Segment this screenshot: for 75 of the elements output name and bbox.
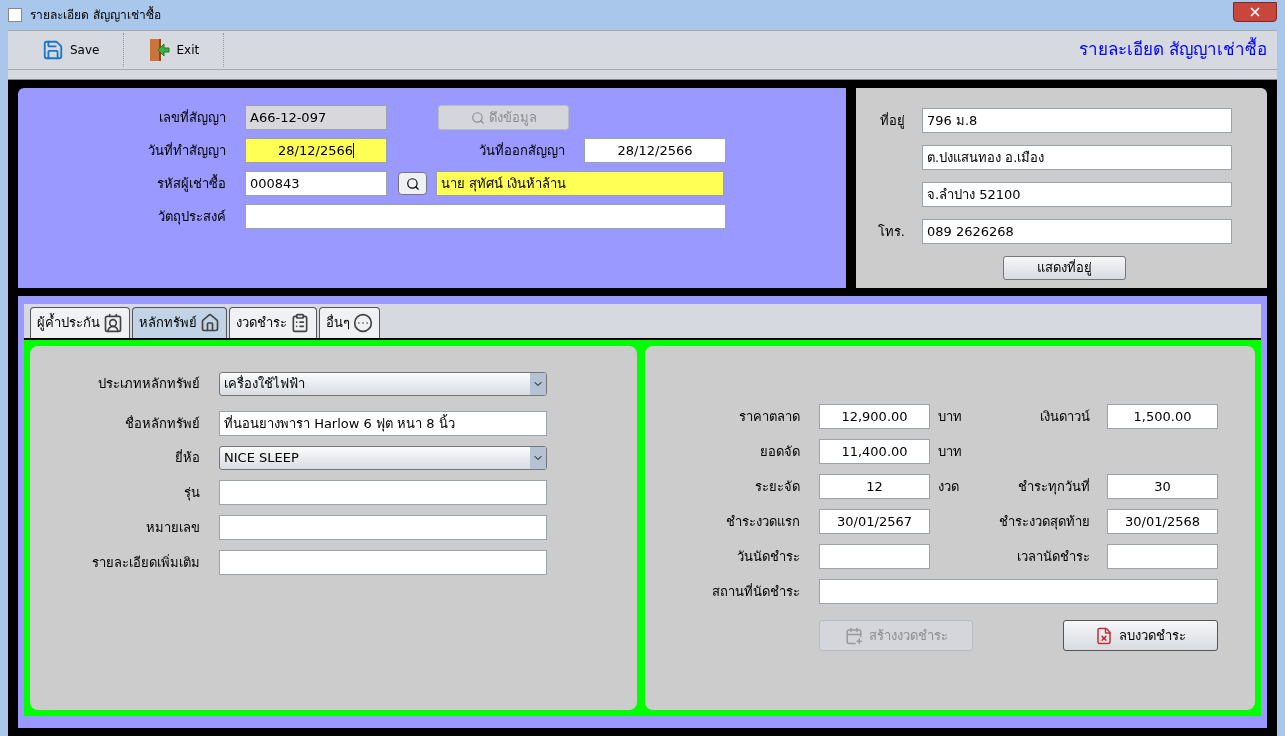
search-icon [470,110,485,125]
input-field[interactable]: 089 2626268 [922,219,1232,244]
input-field[interactable] [219,480,547,505]
input-field[interactable]: 28/12/2566 [245,138,387,163]
field-label: โทร. [876,222,905,241]
input-field[interactable]: 1,500.00 [1107,404,1218,429]
input-field[interactable]: 12 [819,474,930,499]
input-field[interactable] [219,515,547,540]
house-icon [200,313,220,333]
input-field[interactable]: จ.ลำปาง 52100 [922,182,1232,207]
dropdown[interactable]: NICE SLEEP [219,446,547,470]
input-field[interactable] [219,550,547,575]
field-label: เงินดาวน์ [1039,407,1090,426]
field-label: วัตถุประสงค์ [157,207,226,227]
field-label: วันที่ทำสัญญา [147,141,226,160]
field-label: ราคาตลาด [738,407,800,426]
field-label: เลขที่สัญญา [158,108,226,127]
tab[interactable]: หลักทรัพย์ [132,307,227,338]
field-label: ชำระงวดแรก [725,512,800,531]
field-label: ชื่อหลักทรัพย์ [124,414,200,433]
field-label: ยอดจัด [759,442,800,461]
tab[interactable]: งวดชำระ [229,307,317,338]
close-icon [1248,5,1262,19]
field-label: ยี่ห้อ [174,448,200,468]
field-label: ประเภทหลักทรัพย์ [97,375,200,394]
field-label: ชำระทุกวันที่ [1017,477,1090,497]
tab[interactable]: อื่นๆ [319,307,380,338]
calendar-icon [844,626,863,645]
input-field[interactable]: 30/01/2567 [819,509,930,534]
input-field[interactable]: 12,900.00 [819,404,930,429]
delete-installments-button[interactable]: ลบงวดชำระ [1063,620,1218,651]
field-label: ระยะจัด [754,477,800,496]
save-button[interactable]: Save [18,33,125,67]
input-field[interactable] [245,204,726,229]
exit-button[interactable]: Exit [124,33,225,67]
app-icon [8,8,22,22]
field-label: รหัสผู้เช่าซื้อ [156,173,226,194]
close-button[interactable] [1233,2,1277,22]
unit-label: บาท [937,407,963,426]
input-field[interactable]: ที่นอนยางพารา Harlow 6 ฟุต หนา 8 นิ้ว [219,411,547,436]
input-field[interactable] [1107,544,1218,569]
field-label: เวลานัดชำระ [1016,547,1090,566]
show-address-button[interactable]: แสดงที่อยู่ [1003,256,1126,280]
input-field[interactable]: 28/12/2566 [584,138,726,163]
input-field[interactable]: 000843 [245,171,387,196]
field-label: รุ่น [183,483,200,503]
unit-label: บาท [937,442,963,461]
door-arrow-icon [148,38,171,62]
input-field[interactable]: ต.ปงแสนทอง อ.เมือง [922,145,1232,170]
search-button[interactable] [398,172,427,195]
field-label: หมายเลข [145,518,200,537]
input-field[interactable]: 11,400.00 [819,439,930,464]
dropdown[interactable]: เครื่องใช้ไฟฟ้า [219,372,547,396]
unit-label: งวด [937,477,960,496]
id-card-icon [103,313,123,333]
tab[interactable]: ผู้ค้ำประกัน [30,307,130,338]
input-field[interactable]: นาย สุทัศน์ เงินห้าล้าน [436,171,724,196]
input-field[interactable]: 796 ม.8 [922,108,1232,133]
document-icon [1095,626,1113,645]
field-label: วันนัดชำระ [736,547,800,566]
field-label: รายละเอียดเพิ่มเติม [91,553,200,572]
text-cursor [352,143,354,158]
field-label: สถานที่นัดชำระ [711,582,800,601]
page-heading: รายละเอียด สัญญาเช่าซื้อ [1078,37,1267,62]
search-icon [405,176,420,191]
field-label: ชำระงวดสุดท้าย [998,512,1090,532]
input-field[interactable] [819,544,930,569]
window-title: รายละเอียด สัญญาเช่าซื้อ [30,6,161,24]
input-field[interactable]: 30 [1107,474,1218,499]
input-field[interactable] [819,579,1218,604]
field-label: ที่อยู่ [879,111,905,131]
input-field[interactable]: 30/01/2568 [1107,509,1218,534]
clipboard-icon [290,313,310,333]
ellipsis-icon [353,313,373,333]
field-label: วันที่ออกสัญญา [478,141,565,160]
